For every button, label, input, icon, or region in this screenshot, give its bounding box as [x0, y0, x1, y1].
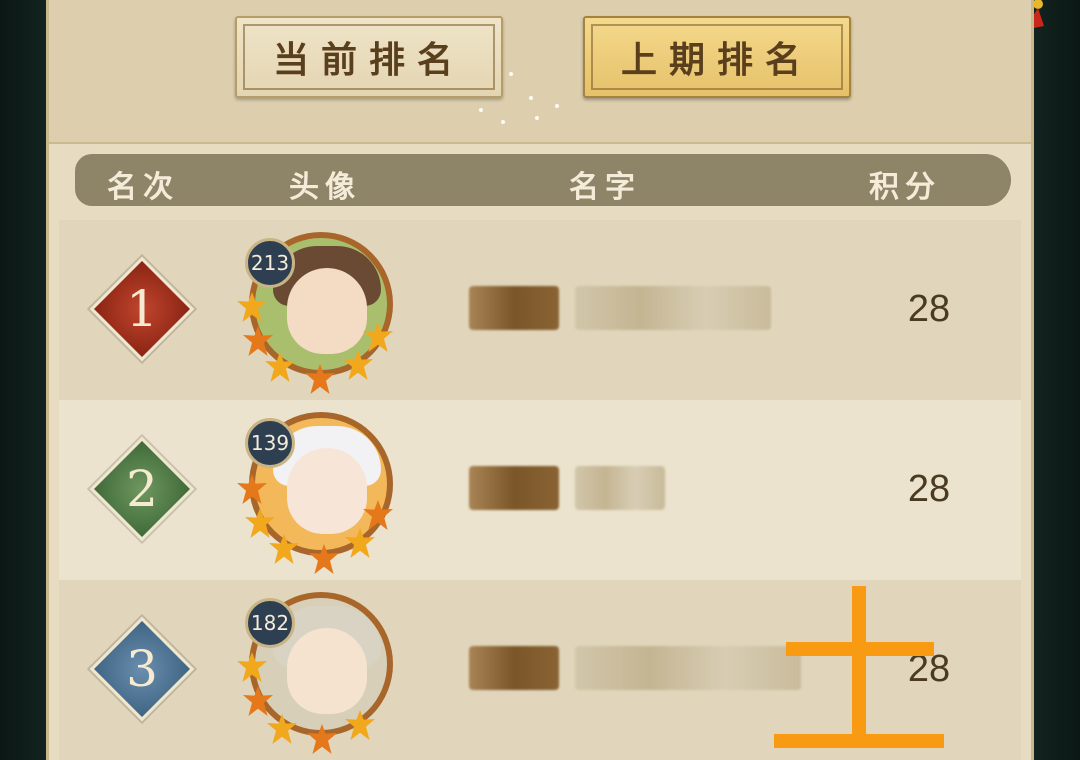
player-name-redacted	[575, 466, 665, 510]
player-score: 28	[907, 468, 951, 510]
ranking-row[interactable]: 2 139 28	[59, 400, 1021, 580]
level-badge: 182	[245, 598, 295, 648]
sparkle-icon	[555, 104, 559, 108]
level-badge: 213	[245, 238, 295, 288]
header-score: 积分	[869, 170, 941, 205]
rank-number: 2	[126, 460, 158, 518]
annotation-stroke	[786, 642, 934, 656]
tab-bar: 当前排名 上期排名	[49, 0, 1031, 144]
rank-number: 1	[126, 280, 158, 338]
tab-current-ranking[interactable]: 当前排名	[235, 16, 503, 98]
tab-previous-ranking[interactable]: 上期排名	[583, 16, 851, 98]
player-score: 28	[907, 288, 951, 330]
left-backdrop	[0, 0, 46, 760]
column-header: 名次 头像 名字 积分	[75, 154, 1011, 206]
level-badge: 139	[245, 418, 295, 468]
annotation-stroke	[774, 734, 944, 748]
player-name-redacted	[469, 286, 559, 330]
annotation-stroke	[852, 586, 866, 746]
header-avatar: 头像	[289, 170, 361, 205]
header-name: 名字	[569, 170, 641, 205]
sparkle-icon	[479, 108, 483, 112]
ranking-row[interactable]: 3 182 28	[59, 580, 1021, 760]
player-name-redacted	[469, 466, 559, 510]
player-name-redacted	[469, 646, 559, 690]
ranking-row[interactable]: 1 213 28	[59, 220, 1021, 400]
sparkle-icon	[535, 116, 539, 120]
sparkle-icon	[509, 72, 513, 76]
player-name-redacted	[575, 646, 801, 690]
rank-number: 3	[126, 640, 158, 698]
sparkle-icon	[529, 96, 533, 100]
player-avatar[interactable]: 213	[235, 232, 395, 394]
right-backdrop	[1034, 0, 1080, 760]
sparkle-icon	[501, 120, 505, 124]
player-avatar[interactable]: 139	[235, 412, 395, 574]
player-avatar[interactable]: 182	[235, 592, 395, 754]
tab-current-label: 当前排名	[272, 40, 465, 81]
tab-previous-label: 上期排名	[620, 40, 813, 81]
header-rank: 名次	[107, 170, 179, 205]
player-name-redacted	[575, 286, 771, 330]
